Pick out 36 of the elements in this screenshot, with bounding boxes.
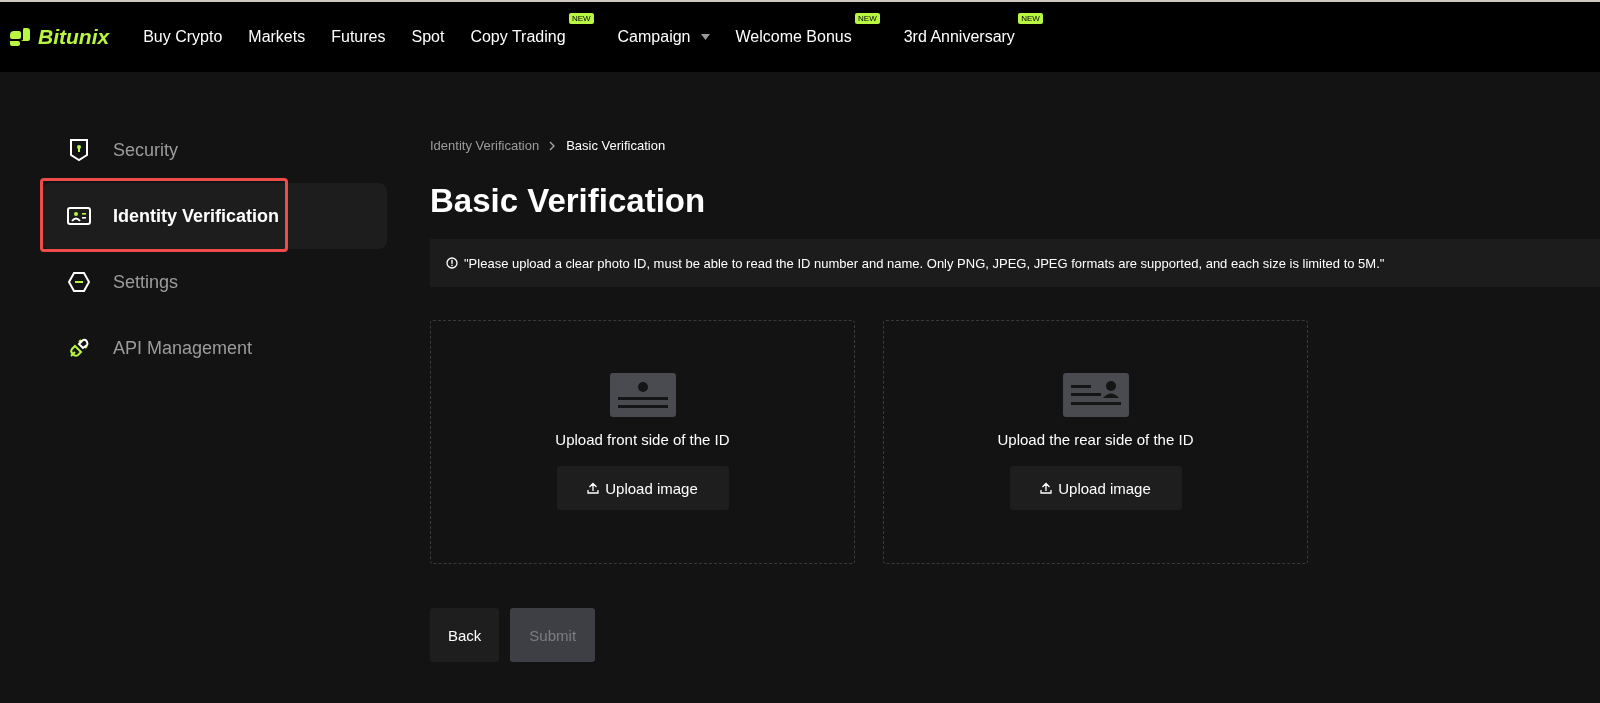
id-card-front-icon [609,373,676,417]
id-card-rear-icon [1062,373,1129,417]
new-badge: NEW [568,13,594,24]
new-badge: NEW [1018,13,1043,24]
breadcrumb-link[interactable]: Basic Verification [566,138,666,153]
hexagon-icon [67,271,91,293]
nav-link[interactable]: Buy Crypto [143,28,223,46]
sidebar-item[interactable]: Security [42,117,387,183]
notice-text: "Please upload a clear photo ID, must be able to read the ID number and name. Only PNG, JPEG, JPEG formats are supported, and each size is limited to 5M." [464,255,1385,271]
breadcrumb-link[interactable]: Identity Verification [430,138,540,153]
page-title: Basic Verification [430,181,707,221]
info-icon [446,257,458,269]
upload-label: Upload front side of the ID [555,431,730,448]
shield-icon [67,138,91,162]
upload-area[interactable]: Upload the rear side of the ID Upload image [883,320,1308,564]
upload-label: Upload the rear side of the ID [997,431,1194,448]
nav-link[interactable]: 3rd Anniversary [903,28,1015,46]
upload-icon [1040,482,1053,494]
sidebar-item[interactable]: Settings [42,249,387,315]
id-card-icon [67,206,91,226]
nav-link[interactable]: Markets [248,28,306,46]
nav-link[interactable]: Welcome Bonus [735,28,852,46]
brand-logo[interactable]: Bitunix [38,25,110,49]
new-badge: NEW [855,13,880,24]
plug-icon [67,336,91,360]
nav-link[interactable]: Spot [411,28,445,46]
nav-link[interactable]: Campaign [617,28,691,46]
back-button[interactable]: Back [430,608,500,662]
upload-icon [587,482,600,494]
nav-link[interactable]: Copy Trading [470,28,566,46]
sidebar-item[interactable]: API Management [42,315,387,381]
nav-link[interactable]: Futures [331,28,386,46]
upload-area[interactable]: Upload front side of the ID Upload image [430,320,855,564]
upload-image-button[interactable]: Upload image [1009,466,1182,510]
chevron-right-icon [549,140,557,151]
upload-image-button[interactable]: Upload image [556,466,729,510]
